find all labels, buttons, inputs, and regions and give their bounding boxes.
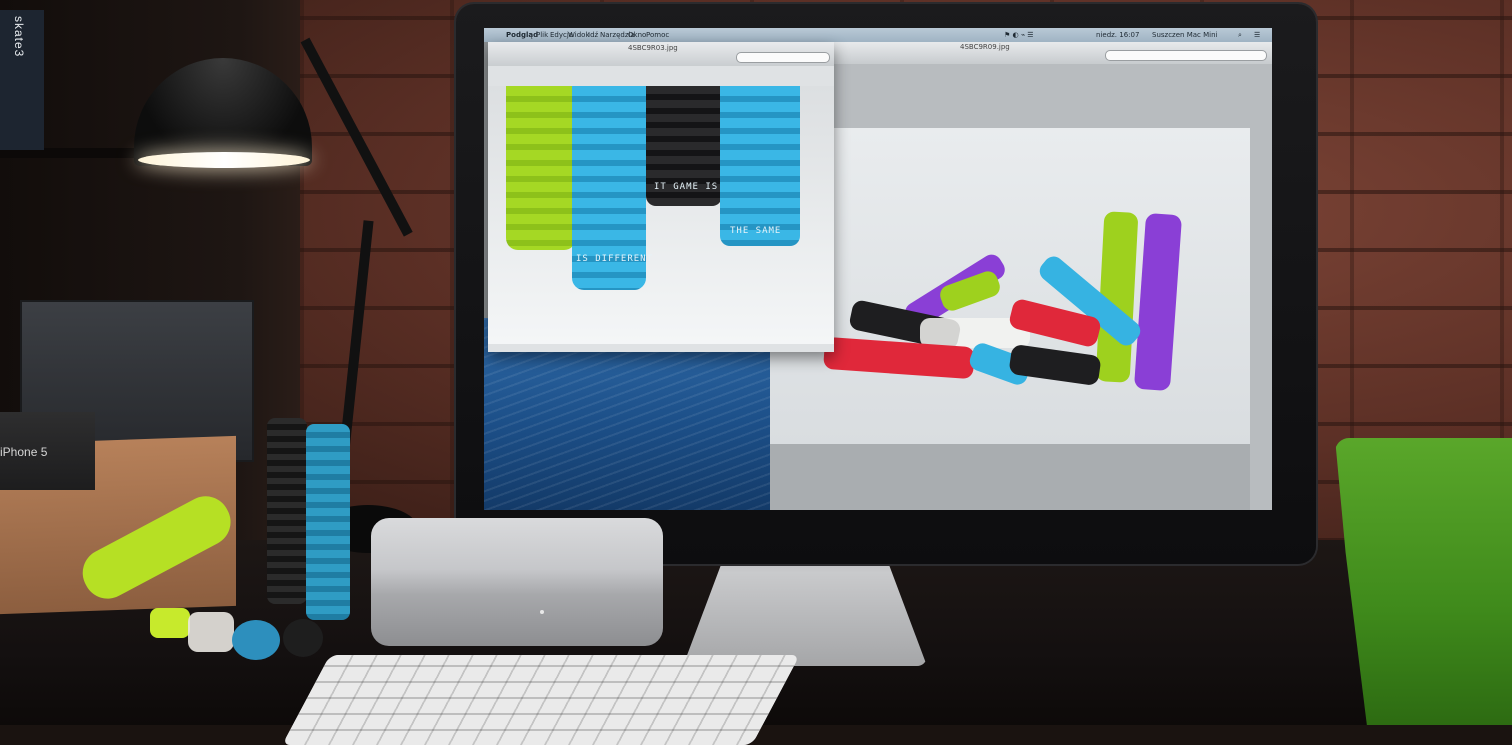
menu-item-go[interactable]: Idź [588,28,598,42]
menu-item-help[interactable]: Pomoc [646,28,669,42]
preview-window-right[interactable]: 4SBC9R09.jpg [770,42,1272,510]
grip-purple-standing [1133,212,1183,392]
monitor-screen: Podgląd Plik Edycja Widok Idź Narzędzia … [484,28,1272,510]
menu-bar: Podgląd Plik Edycja Widok Idź Narzędzia … [484,28,1272,42]
bar-end-plug-clear [188,612,234,652]
grips-photo-left: IS DIFFERENT IT GAME IS THE SAME [488,86,834,344]
grip-text-black: IT GAME IS [654,182,719,192]
desk-grip-blue [306,424,350,620]
grip-text-right: THE SAME [730,226,782,236]
window-lower-area [770,444,1250,510]
notification-icon[interactable]: ☰ [1254,28,1260,42]
power-light [540,610,544,614]
mac-mini [371,518,663,646]
spotlight-icon[interactable]: ⌕ [1238,28,1242,42]
grips-photo-right [770,128,1250,444]
grip-blue-closeup-right [720,86,800,246]
green-stand [1335,438,1512,725]
menubar-clock[interactable]: niedz. 16:07 [1096,28,1139,42]
search-field[interactable] [736,52,830,63]
lamp-light [138,152,310,168]
game-case-label: skate3 [12,16,26,58]
window-title: 4SBC9R09.jpg [960,43,1010,51]
status-icons[interactable]: ⚑ ◐ ⌁ ☰ [1004,28,1034,42]
bar-end-plug-blue [232,620,280,660]
window-title: 4SBC9R03.jpg [628,44,678,52]
desk-grip-black [267,418,307,604]
keyboard[interactable] [282,655,800,745]
grip-text-left: IS DIFFERENT [576,254,654,264]
bar-end-plug-green [150,608,190,638]
grip-green-closeup [506,86,576,250]
preview-window-left[interactable]: 4SBC9R03.jpg IS DIFFERENT IT GAME IS THE… [488,42,834,352]
bar-end-plug-black [283,619,323,657]
menu-app-name[interactable]: Podgląd [506,28,538,42]
menubar-user[interactable]: Suszczen Mac Mini [1152,28,1217,42]
menu-item-window[interactable]: Okno [628,28,646,42]
iphone-box-label: iPhone 5 [0,445,48,459]
search-field[interactable] [1105,50,1267,61]
menu-item-file[interactable]: Plik [536,28,548,42]
apple-logo-icon [805,484,819,500]
menu-item-view[interactable]: Widok [568,28,590,42]
